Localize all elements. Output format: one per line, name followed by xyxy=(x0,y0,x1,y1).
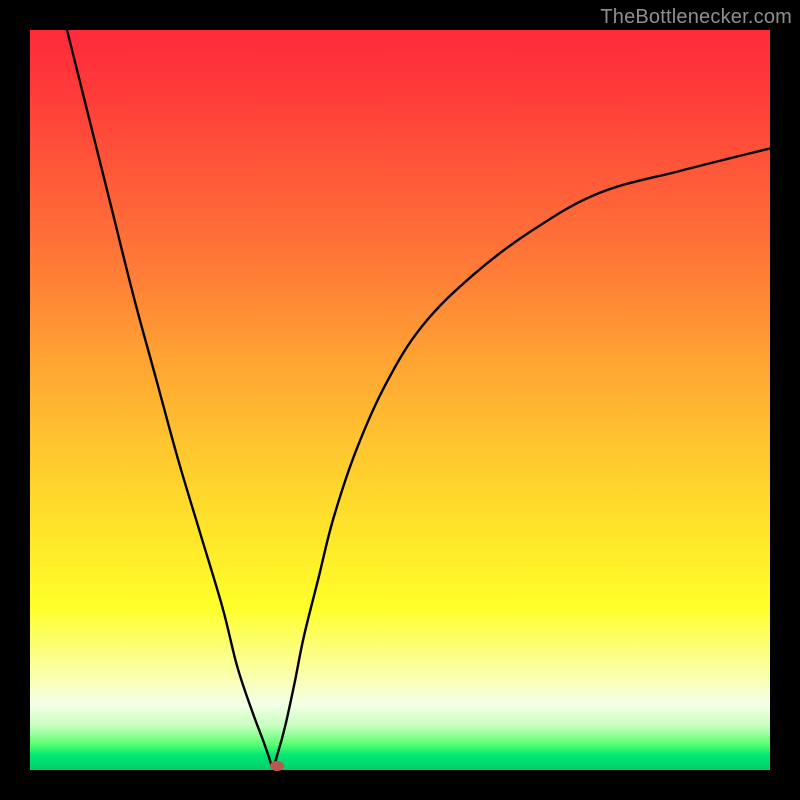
bottleneck-curve xyxy=(30,30,770,770)
chart-frame: TheBottlenecker.com xyxy=(0,0,800,800)
plot-area xyxy=(30,30,770,770)
attribution-text: TheBottlenecker.com xyxy=(600,6,792,29)
minimum-marker xyxy=(270,761,284,771)
